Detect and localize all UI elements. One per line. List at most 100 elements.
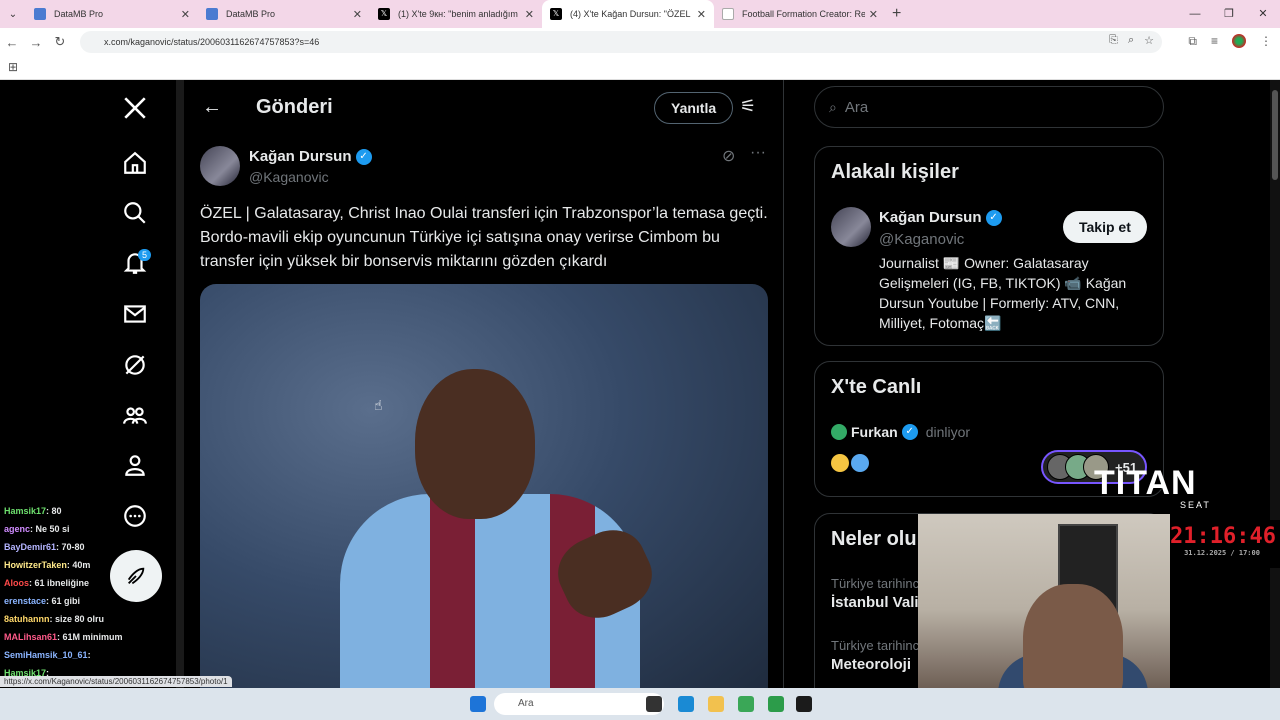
chat-message: : 61M minimum [57, 632, 123, 642]
bookmarks-bar: ⊞ [0, 56, 1280, 80]
tab-list-button[interactable]: ⌄ [0, 9, 26, 20]
trend-category: Türkiye tarihinc [831, 638, 920, 653]
browser-tab-1[interactable]: DataMB Pro ✕ [26, 0, 198, 28]
restore-icon[interactable]: ❐ [1212, 0, 1246, 28]
author-handle[interactable]: @Kaganovic [249, 169, 329, 185]
follow-button[interactable]: Takip et [1063, 211, 1147, 243]
tab-title: (4) X'te Kağan Dursun: "ÖZEL | G… [570, 9, 693, 19]
browser-tab-2[interactable]: DataMB Pro ✕ [198, 0, 370, 28]
chrome-profile-icon[interactable] [768, 696, 784, 712]
profile-icon[interactable] [110, 445, 160, 485]
windows-taskbar: Ara [0, 688, 1280, 720]
verified-icon: ✓ [985, 209, 1002, 226]
chat-message: : 70-80 [56, 542, 85, 552]
app-icon[interactable] [796, 696, 812, 712]
card-title: Alakalı kişiler [831, 161, 959, 183]
grok-icon[interactable]: ⊘ [722, 146, 735, 166]
datamb-favicon [206, 8, 218, 20]
scroll-thumb[interactable] [1272, 90, 1278, 180]
chat-message: : [87, 650, 91, 660]
chat-user: SemiHamsik_10_61 [4, 650, 88, 660]
reply-button[interactable]: Yanıtla [654, 92, 734, 124]
messages-icon[interactable] [110, 294, 160, 334]
back-arrow-icon[interactable]: ← [202, 96, 222, 119]
browser-tab-5[interactable]: Football Formation Creator: Re… ✕ [714, 0, 886, 28]
new-tab-button[interactable]: + [892, 5, 901, 23]
verified-icon: ✓ [901, 424, 918, 440]
chat-message: : Ne 50 si [30, 524, 70, 534]
forward-icon[interactable]: → [24, 35, 48, 50]
main-column: ← Gönderi Yanıtla ⚟ Kağan Dursun ✓ @Kagan… [184, 80, 784, 704]
install-icon[interactable]: ⎘ [1109, 34, 1118, 47]
streamer [1023, 584, 1123, 688]
scrollbar[interactable] [1270, 80, 1280, 688]
divider [176, 80, 184, 688]
minimize-icon[interactable]: — [1178, 0, 1212, 28]
host-status: dinliyor [925, 424, 971, 440]
browser-tab-4[interactable]: 𝕏 (4) X'te Kağan Dursun: "ÖZEL | G… ✕ [542, 0, 714, 28]
menu-icon[interactable]: ⋮ [1260, 34, 1272, 49]
avatar[interactable] [831, 207, 871, 247]
star-icon[interactable]: ☆ [1144, 34, 1154, 47]
chat-user: MALihsan61 [4, 632, 58, 642]
trend-item[interactable]: Meteoroloji [831, 656, 911, 673]
close-icon[interactable]: ✕ [697, 8, 706, 21]
home-icon[interactable] [110, 143, 160, 183]
more-options-icon[interactable]: ··· [750, 144, 766, 162]
post-author[interactable]: Kağan Dursun ✓ [249, 148, 372, 165]
window-controls: — ❐ ✕ [1178, 0, 1280, 28]
trend-item[interactable]: İstanbul Vali [831, 594, 919, 611]
card-title: Neler olu [831, 528, 917, 550]
url-field[interactable]: x.com/kaganovic/status/20060311626747578… [80, 31, 1162, 53]
profile-avatar[interactable] [1232, 34, 1246, 48]
reload-icon[interactable]: ↻ [48, 34, 72, 50]
url-text: x.com/kaganovic/status/20060311626747578… [104, 37, 320, 47]
explorer-icon[interactable] [708, 696, 724, 712]
grok-icon[interactable] [110, 345, 160, 385]
related-name[interactable]: Kağan Dursun ✓ [879, 209, 1002, 226]
search-icon: ⌕ [829, 98, 837, 115]
close-icon[interactable]: ✕ [525, 8, 534, 21]
communities-icon[interactable] [110, 395, 160, 435]
post-image[interactable] [200, 284, 768, 704]
related-handle[interactable]: @Kaganovic [879, 231, 964, 248]
start-icon[interactable] [470, 696, 486, 712]
chrome-icon[interactable] [738, 696, 754, 712]
search-placeholder: Ara [844, 98, 869, 116]
host-name: Furkan [851, 424, 898, 440]
close-icon[interactable]: ✕ [353, 8, 362, 21]
taskbar-search[interactable]: Ara [494, 693, 664, 715]
edge-icon[interactable] [678, 696, 694, 712]
chat-line: BayDemir61: 70-80 [0, 538, 160, 556]
apps-icon[interactable]: ⊞ [8, 60, 18, 74]
x-logo-icon[interactable] [110, 88, 160, 128]
extensions-icon[interactable]: ⧉ [1188, 34, 1197, 49]
avatar [831, 424, 847, 440]
filter-icon[interactable]: ⚟ [740, 96, 756, 117]
avatar[interactable] [200, 146, 240, 186]
notifications-icon[interactable]: 5 [110, 243, 160, 283]
close-window-icon[interactable]: ✕ [1246, 0, 1280, 28]
chat-user: BayDemir61 [4, 542, 57, 552]
zoom-icon[interactable]: ⌕ [1128, 34, 1134, 47]
back-icon[interactable]: ← [0, 35, 24, 50]
reaction-dots [831, 454, 869, 472]
card-title: X'te Canlı [831, 376, 922, 398]
tab-title: DataMB Pro [54, 9, 104, 19]
post-header: ← Gönderi Yanıtla ⚟ [184, 80, 783, 136]
tab-title: (1) X'te 9кн: "benim anladığım … [398, 9, 521, 19]
chat-message: : 61 ibneliğine [29, 578, 90, 588]
explore-icon[interactable] [110, 193, 160, 233]
task-view-icon[interactable] [646, 696, 662, 712]
search-input[interactable]: ⌕ Ara [814, 86, 1164, 128]
chat-message: : 40m [66, 560, 91, 570]
chat-user: Hamsik17 [4, 506, 47, 516]
stream-clock: 21:16:46 31.12.2025 / 17:00 [1170, 520, 1280, 568]
webcam-feed [918, 514, 1170, 688]
close-icon[interactable]: ✕ [869, 8, 878, 21]
close-icon[interactable]: ✕ [181, 8, 190, 21]
browser-tab-3[interactable]: 𝕏 (1) X'te 9кн: "benim anladığım … ✕ [370, 0, 542, 28]
x-favicon: 𝕏 [550, 8, 562, 20]
trend-category: Türkiye tarihinc [831, 576, 920, 591]
media-icon[interactable]: ≡ [1211, 34, 1218, 49]
